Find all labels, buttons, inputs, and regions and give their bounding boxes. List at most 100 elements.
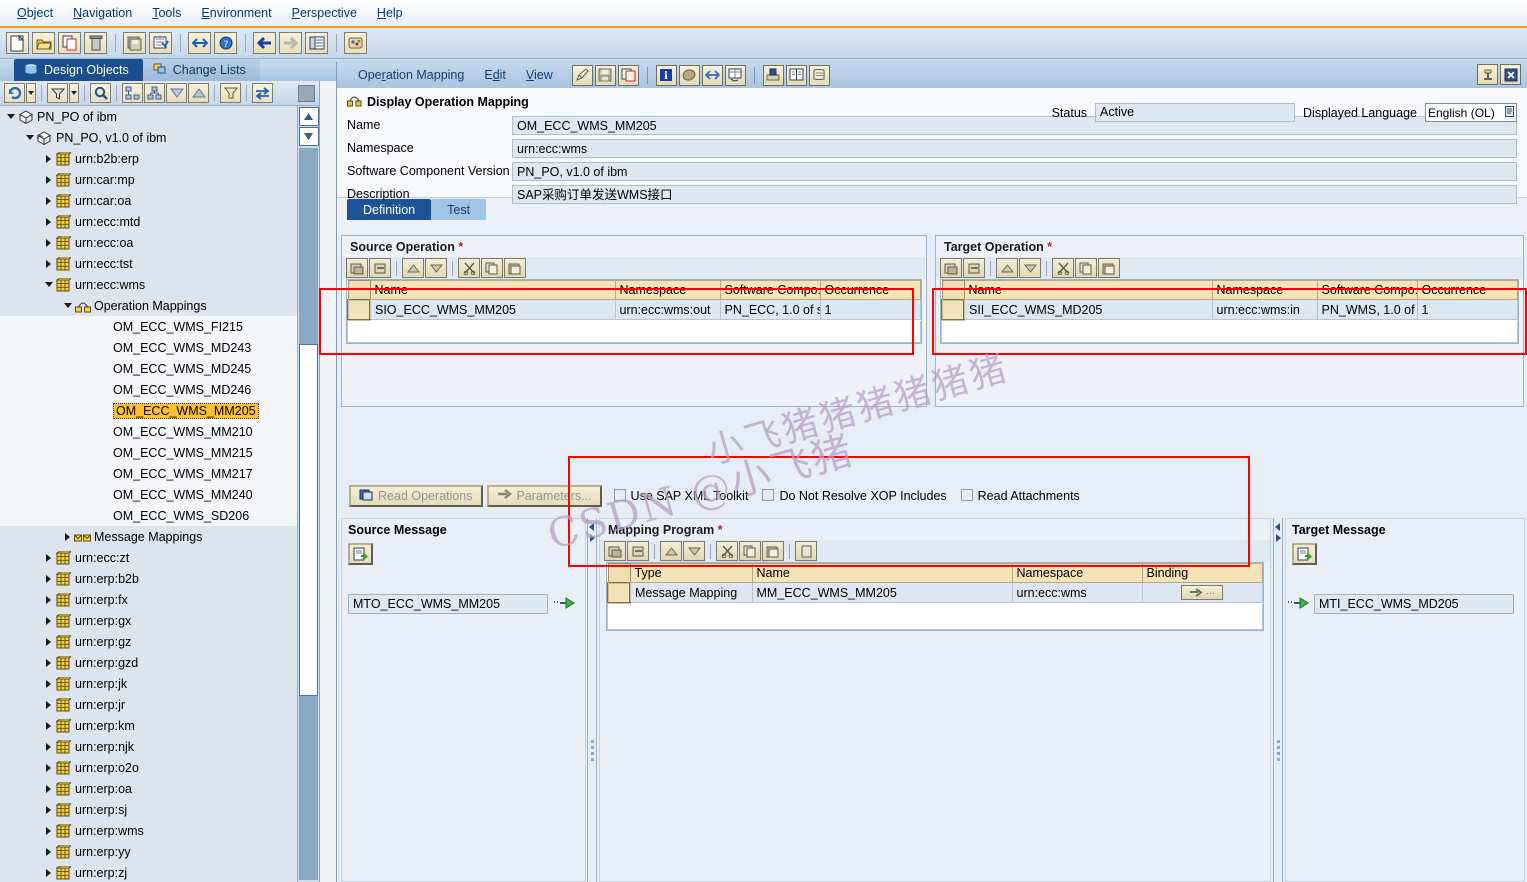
tree-item[interactable]: urn:ecc:wms bbox=[0, 274, 297, 295]
column-header-namespace[interactable]: Namespace bbox=[614, 280, 721, 300]
description-field[interactable]: SAP采购订单发送WMS接口 bbox=[512, 184, 1517, 204]
parameters-button[interactable]: Parameters... bbox=[486, 485, 602, 507]
new-icon[interactable] bbox=[6, 32, 29, 54]
mapping-program-table[interactable]: Type Name Namespace Binding Message Mapp… bbox=[607, 563, 1263, 604]
expand-toggle-right-icon[interactable] bbox=[42, 805, 55, 814]
expand-toggle-right-icon[interactable] bbox=[42, 679, 55, 688]
tree-item[interactable]: Message Mappings bbox=[0, 526, 297, 547]
print-icon[interactable] bbox=[808, 64, 830, 86]
find-icon[interactable] bbox=[90, 83, 111, 103]
copy-object-icon[interactable] bbox=[617, 64, 639, 86]
tree-item[interactable]: urn:erp:yy bbox=[0, 841, 297, 862]
tree-item[interactable]: OM_ECC_WMS_MM217 bbox=[0, 463, 297, 484]
cell-binding[interactable]: ··· bbox=[1141, 582, 1263, 603]
paste-icon[interactable] bbox=[504, 258, 526, 278]
expand-toggle-right-icon[interactable] bbox=[42, 196, 55, 205]
dependencies-icon[interactable] bbox=[724, 64, 746, 86]
scroll-down-button[interactable] bbox=[298, 127, 319, 146]
documentation-icon[interactable] bbox=[785, 64, 807, 86]
table-row[interactable]: Message Mapping MM_ECC_WMS_MM205 urn:ecc… bbox=[607, 581, 1263, 604]
menu-item-environment[interactable]: Environment bbox=[192, 3, 280, 23]
column-header-software-component[interactable]: Software Compo... bbox=[719, 280, 821, 300]
new-document-icon[interactable] bbox=[795, 541, 817, 561]
restore-window-icon[interactable] bbox=[1477, 64, 1498, 85]
cut-icon[interactable] bbox=[458, 258, 480, 278]
refresh-dropdown-icon[interactable] bbox=[26, 83, 36, 103]
copy-icon[interactable] bbox=[58, 32, 81, 54]
scroll-up-button[interactable] bbox=[298, 107, 319, 126]
delete-trash-icon[interactable] bbox=[84, 32, 107, 54]
tree-vertical-scrollbar[interactable] bbox=[297, 106, 319, 882]
expand-toggle-right-icon[interactable] bbox=[42, 658, 55, 667]
delete-row-icon[interactable] bbox=[963, 258, 985, 278]
expand-subtree-icon[interactable] bbox=[122, 83, 143, 103]
save-all-icon[interactable] bbox=[123, 32, 146, 54]
delete-row-icon[interactable] bbox=[627, 541, 649, 561]
source-operation-table[interactable]: Name Namespace Software Compo... Occurre… bbox=[347, 280, 921, 321]
tab-change-lists[interactable]: Change Lists bbox=[142, 59, 260, 81]
expand-toggle-right-icon[interactable] bbox=[42, 784, 55, 793]
expand-toggle-down-icon[interactable] bbox=[61, 303, 74, 308]
move-up-icon[interactable] bbox=[660, 541, 682, 561]
menu-item-navigation[interactable]: Navigation bbox=[64, 3, 141, 23]
column-header-occurrence[interactable]: Occurrence bbox=[819, 280, 921, 300]
row-selector[interactable] bbox=[941, 298, 965, 321]
expand-toggle-down-icon[interactable] bbox=[4, 114, 17, 119]
menu-item-perspective[interactable]: Perspective bbox=[283, 3, 366, 23]
expand-toggle-right-icon[interactable] bbox=[42, 175, 55, 184]
expand-toggle-down-icon[interactable] bbox=[42, 282, 55, 287]
tree-item[interactable]: urn:erp:gzd bbox=[0, 652, 297, 673]
expand-toggle-right-icon[interactable] bbox=[42, 217, 55, 226]
tree-item[interactable]: urn:ecc:tst bbox=[0, 253, 297, 274]
do-not-resolve-xop-checkbox[interactable] bbox=[762, 488, 775, 504]
target-panel-splitter[interactable] bbox=[1273, 518, 1283, 882]
tree-item[interactable]: urn:car:mp bbox=[0, 169, 297, 190]
editor-menu-operation-mapping[interactable]: Operation Mapping bbox=[349, 68, 473, 82]
expand-toggle-right-icon[interactable] bbox=[42, 637, 55, 646]
binding-arrow-icon[interactable]: ··· bbox=[1181, 585, 1224, 600]
select-all-header[interactable] bbox=[347, 280, 371, 300]
expand-toggle-right-icon[interactable] bbox=[42, 721, 55, 730]
tree-item[interactable]: urn:erp:zj bbox=[0, 862, 297, 882]
filter-dropdown-icon[interactable] bbox=[69, 83, 79, 103]
splitter-collapse-arrows[interactable] bbox=[588, 522, 598, 547]
software-component-version-field[interactable]: PN_PO, v1.0 of ibm bbox=[512, 161, 1517, 181]
history-icon[interactable] bbox=[678, 64, 700, 86]
expand-toggle-right-icon[interactable] bbox=[42, 700, 55, 709]
expand-toggle-down-icon[interactable] bbox=[23, 135, 36, 140]
tree-panel-resize-handle[interactable] bbox=[298, 84, 315, 102]
menu-item-help[interactable]: Help bbox=[368, 3, 412, 23]
copy-icon[interactable] bbox=[739, 541, 761, 561]
scrollbar-thumb[interactable] bbox=[299, 344, 318, 696]
open-source-message-icon[interactable] bbox=[348, 543, 373, 565]
column-header-occurrence[interactable]: Occurrence bbox=[1416, 280, 1518, 300]
tree-item[interactable]: PN_PO of ibm bbox=[0, 106, 297, 127]
copy-icon[interactable] bbox=[481, 258, 503, 278]
tab-design-objects[interactable]: Design Objects bbox=[14, 59, 143, 81]
displayed-language-select[interactable]: English (OL) bbox=[1425, 103, 1517, 122]
where-used-icon[interactable] bbox=[701, 64, 723, 86]
settings-icon[interactable] bbox=[344, 32, 367, 54]
check-consistency-icon[interactable]: ? bbox=[214, 32, 237, 54]
tree-item[interactable]: urn:car:oa bbox=[0, 190, 297, 211]
expand-toggle-right-icon[interactable] bbox=[42, 826, 55, 835]
info-icon[interactable]: i bbox=[655, 64, 677, 86]
target-operation-table[interactable]: Name Namespace Software Compo... Occurre… bbox=[941, 280, 1518, 321]
tree-item[interactable]: urn:erp:jr bbox=[0, 694, 297, 715]
where-used-icon[interactable] bbox=[188, 32, 211, 54]
tree-item[interactable]: urn:erp:o2o bbox=[0, 757, 297, 778]
row-selector[interactable] bbox=[607, 581, 631, 604]
expand-toggle-right-icon[interactable] bbox=[42, 574, 55, 583]
column-header-name[interactable]: Name bbox=[751, 563, 1013, 583]
tree-item[interactable]: Operation Mappings bbox=[0, 295, 297, 316]
tree-item[interactable]: urn:erp:fx bbox=[0, 589, 297, 610]
menu-item-tools[interactable]: Tools bbox=[143, 3, 190, 23]
tree-item[interactable]: urn:erp:jk bbox=[0, 673, 297, 694]
read-operations-button[interactable]: Read Operations bbox=[349, 485, 483, 507]
splitter-collapse-arrows[interactable] bbox=[1274, 522, 1284, 547]
activate-object-icon[interactable] bbox=[762, 64, 784, 86]
tree-item[interactable]: urn:erp:b2b bbox=[0, 568, 297, 589]
tree-item[interactable]: OM_ECC_WMS_MD245 bbox=[0, 358, 297, 379]
language-list-icon[interactable] bbox=[1505, 105, 1514, 120]
scrollbar-track[interactable] bbox=[299, 148, 318, 880]
